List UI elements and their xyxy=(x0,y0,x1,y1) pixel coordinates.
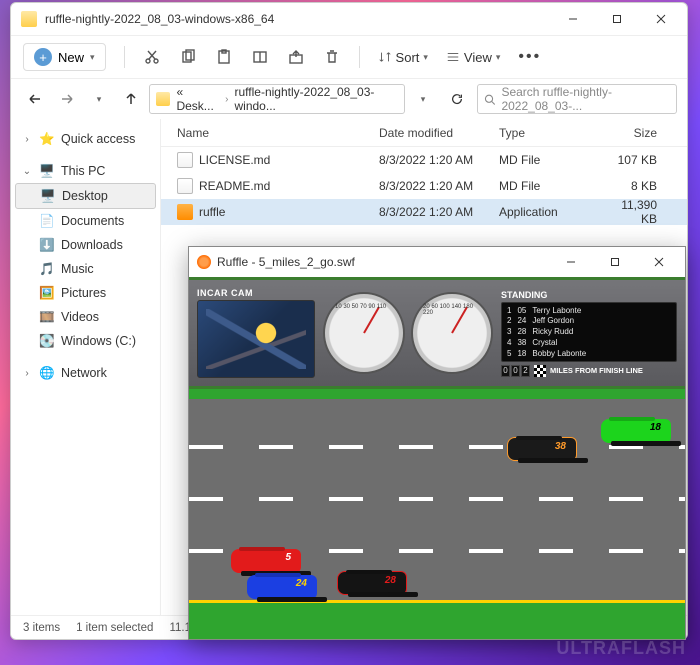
search-input[interactable]: Search ruffle-nightly-2022_08_03-... xyxy=(477,84,677,114)
network-icon: 🌐 xyxy=(39,365,55,381)
videos-icon: 🎞️ xyxy=(39,309,55,325)
car-5: 5 xyxy=(231,549,301,573)
new-label: New xyxy=(58,50,84,65)
sidebar-item-network[interactable]: ›🌐Network xyxy=(15,361,156,385)
window-title: ruffle-nightly-2022_08_03-windows-x86_64 xyxy=(45,12,551,26)
col-type[interactable]: Type xyxy=(499,126,603,140)
sidebar-item-desktop[interactable]: 🖥️Desktop xyxy=(15,183,156,209)
pictures-icon: 🖼️ xyxy=(39,285,55,301)
standing-label: STANDING xyxy=(501,290,677,300)
search-icon xyxy=(484,93,495,106)
forward-button[interactable] xyxy=(53,85,81,113)
folder-icon xyxy=(156,92,170,106)
tachometer-gauge: 10 30 50 70 90 110 xyxy=(323,292,405,374)
new-button[interactable]: + New ▾ xyxy=(23,43,106,71)
nav-row: ▾ « Desk... › ruffle-nightly-2022_08_03-… xyxy=(11,79,687,119)
copy-icon[interactable] xyxy=(179,48,197,66)
view-button[interactable]: View▾ xyxy=(446,50,500,65)
watermark: ULTRAFLASH xyxy=(556,638,686,659)
back-button[interactable] xyxy=(21,85,49,113)
sidebar-item-music[interactable]: 🎵Music xyxy=(15,257,156,281)
maximize-button[interactable] xyxy=(593,247,637,277)
recent-button[interactable]: ▾ xyxy=(85,85,113,113)
drive-icon: 💽 xyxy=(39,333,55,349)
breadcrumb[interactable]: « Desk... xyxy=(176,85,219,113)
plus-icon: + xyxy=(34,48,52,66)
address-dropdown[interactable]: ▾ xyxy=(409,85,437,113)
downloads-icon: ⬇️ xyxy=(39,237,55,253)
sidebar-item-quick-access[interactable]: ›⭐Quick access xyxy=(15,127,156,151)
incar-cam-label: INCAR CAM xyxy=(197,288,315,298)
file-icon xyxy=(177,178,193,194)
file-row-selected[interactable]: ruffle 8/3/2022 1:20 AM Application 11,3… xyxy=(161,199,687,225)
col-date[interactable]: Date modified xyxy=(379,126,499,140)
documents-icon: 📄 xyxy=(39,213,55,229)
game-viewport[interactable]: INCAR CAM 10 30 50 70 90 110 20 60 100 1… xyxy=(189,277,685,639)
app-icon xyxy=(177,204,193,220)
sort-button[interactable]: Sort▾ xyxy=(378,50,428,65)
ruffle-icon xyxy=(197,255,211,269)
sidebar-item-cdrive[interactable]: 💽Windows (C:) xyxy=(15,329,156,353)
minimize-button[interactable] xyxy=(551,4,595,34)
minimize-button[interactable] xyxy=(549,247,593,277)
close-button[interactable] xyxy=(639,4,683,34)
ruffle-window: Ruffle - 5_miles_2_go.swf INCAR CAM 10 3… xyxy=(188,246,686,640)
cut-icon[interactable] xyxy=(143,48,161,66)
chevron-down-icon: ▾ xyxy=(90,52,95,63)
sidebar-item-documents[interactable]: 📄Documents xyxy=(15,209,156,233)
desktop-icon: 🖥️ xyxy=(40,188,56,204)
car-24: 24 xyxy=(247,575,317,599)
more-button[interactable]: ••• xyxy=(518,48,541,66)
toolbar: + New ▾ Sort▾ View▾ ••• xyxy=(11,35,687,79)
car-38: 38 xyxy=(507,437,577,461)
rename-icon[interactable] xyxy=(251,48,269,66)
car-28: 28 xyxy=(337,571,407,595)
file-icon xyxy=(177,152,193,168)
checkered-flag-icon xyxy=(534,365,546,377)
sidebar-item-pictures[interactable]: 🖼️Pictures xyxy=(15,281,156,305)
address-bar[interactable]: « Desk... › ruffle-nightly-2022_08_03-wi… xyxy=(149,84,405,114)
sidebar: ›⭐Quick access ⌄🖥️This PC 🖥️Desktop 📄Doc… xyxy=(11,119,161,615)
sidebar-item-videos[interactable]: 🎞️Videos xyxy=(15,305,156,329)
titlebar[interactable]: ruffle-nightly-2022_08_03-windows-x86_64 xyxy=(11,3,687,35)
file-row[interactable]: README.md 8/3/2022 1:20 AM MD File 8 KB xyxy=(161,173,687,199)
up-button[interactable] xyxy=(117,85,145,113)
miles-indicator: 0 0 2 MILES FROM FINISH LINE xyxy=(501,365,677,377)
speedometer-gauge: 20 60 100 140 180 220 xyxy=(411,292,493,374)
folder-icon xyxy=(21,11,37,27)
race-track: 18 38 5 24 28 xyxy=(189,389,685,639)
pc-icon: 🖥️ xyxy=(39,163,55,179)
incar-cam-view xyxy=(197,300,315,378)
paste-icon[interactable] xyxy=(215,48,233,66)
breadcrumb[interactable]: ruffle-nightly-2022_08_03-windo... xyxy=(235,85,399,113)
maximize-button[interactable] xyxy=(595,4,639,34)
delete-icon[interactable] xyxy=(323,48,341,66)
sidebar-item-this-pc[interactable]: ⌄🖥️This PC xyxy=(15,159,156,183)
game-titlebar[interactable]: Ruffle - 5_miles_2_go.swf xyxy=(189,247,685,277)
file-row[interactable]: LICENSE.md 8/3/2022 1:20 AM MD File 107 … xyxy=(161,147,687,173)
dashboard: INCAR CAM 10 30 50 70 90 110 20 60 100 1… xyxy=(189,277,685,389)
column-headers[interactable]: Name Date modified Type Size xyxy=(161,119,687,147)
music-icon: 🎵 xyxy=(39,261,55,277)
share-icon[interactable] xyxy=(287,48,305,66)
status-count: 3 items xyxy=(23,622,60,634)
col-size[interactable]: Size xyxy=(603,126,667,140)
search-placeholder: Search ruffle-nightly-2022_08_03-... xyxy=(501,85,670,113)
car-18: 18 xyxy=(601,419,671,443)
star-icon: ⭐ xyxy=(39,131,55,147)
sidebar-item-downloads[interactable]: ⬇️Downloads xyxy=(15,233,156,257)
game-title: Ruffle - 5_miles_2_go.swf xyxy=(217,255,549,269)
close-button[interactable] xyxy=(637,247,681,277)
standings-box: 105Terry Labonte 224Jeff Gordon 328Ricky… xyxy=(501,302,677,362)
refresh-button[interactable] xyxy=(441,84,473,114)
col-name[interactable]: Name xyxy=(161,126,379,140)
status-selected: 1 item selected xyxy=(76,622,153,634)
